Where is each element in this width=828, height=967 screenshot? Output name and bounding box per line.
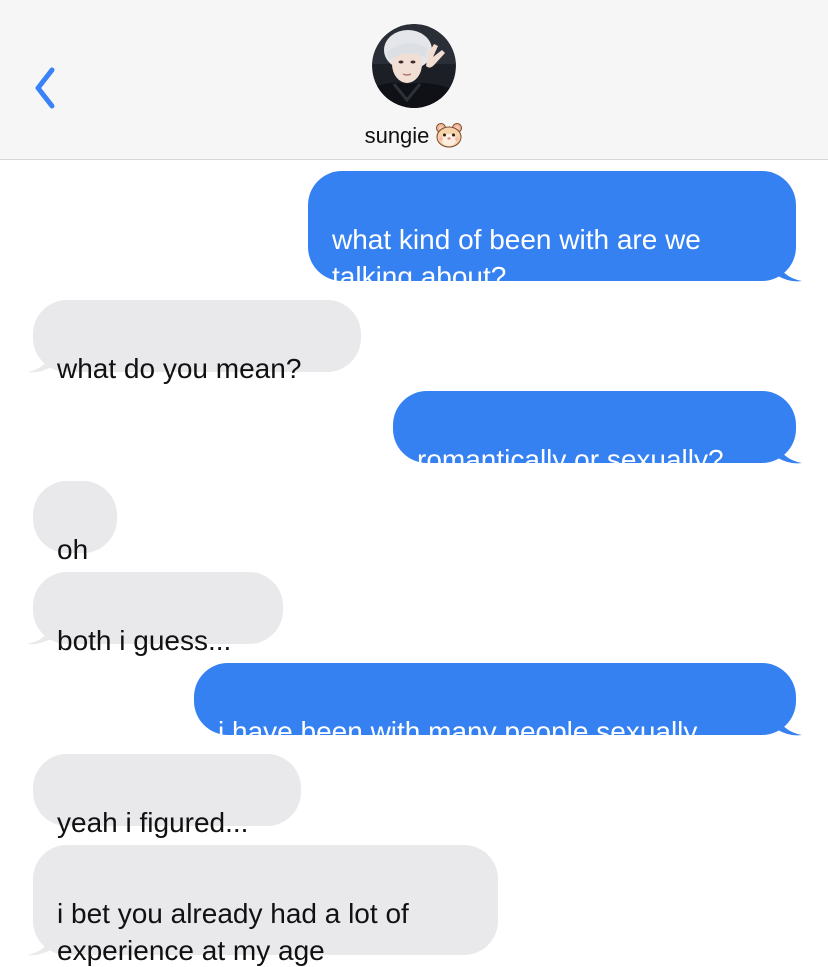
- contact-avatar[interactable]: [372, 24, 456, 108]
- conversation-header: sungie: [0, 0, 828, 160]
- bubble-tail: [27, 931, 53, 956]
- message-bubble-received[interactable]: oh: [33, 481, 117, 565]
- message-text: both i guess...: [57, 625, 232, 656]
- message-bubble-sent[interactable]: romantically or sexually?: [393, 391, 802, 475]
- bubble-tail: [776, 439, 802, 464]
- chevron-left-icon: [35, 67, 55, 109]
- bubble-tail: [27, 620, 53, 645]
- message-text: oh: [57, 534, 89, 565]
- avatar-image: [372, 24, 456, 108]
- message-text: what kind of been with are we talking ab…: [332, 224, 701, 292]
- bubble-tail: [776, 257, 802, 282]
- back-button[interactable]: [24, 62, 72, 114]
- message-bubble-sent[interactable]: i have been with many people sexually: [194, 663, 802, 747]
- conversation-screen: sungie what kind of been with are we tal…: [0, 0, 828, 967]
- message-bubble-received[interactable]: i bet you already had a lot of experienc…: [27, 845, 498, 966]
- message-bubble-sent[interactable]: what kind of been with are we talking ab…: [308, 171, 802, 292]
- message-bubble-received[interactable]: both i guess...: [27, 572, 283, 656]
- message-bubble-received[interactable]: yeah i figured...: [33, 754, 301, 838]
- message-text: yeah i figured...: [57, 807, 249, 838]
- message-text: i have been with many people sexually: [218, 716, 698, 747]
- bubble-tail: [27, 348, 53, 373]
- hamster-face-icon: [435, 122, 463, 155]
- contact-name-row[interactable]: sungie: [0, 122, 828, 155]
- message-text: i bet you already had a lot of experienc…: [57, 898, 409, 966]
- message-text: romantically or sexually?: [417, 444, 724, 475]
- message-text: what do you mean?: [57, 353, 302, 384]
- contact-name: sungie: [364, 123, 430, 148]
- bubble-tail: [776, 711, 802, 736]
- message-bubble-received[interactable]: what do you mean?: [27, 300, 361, 384]
